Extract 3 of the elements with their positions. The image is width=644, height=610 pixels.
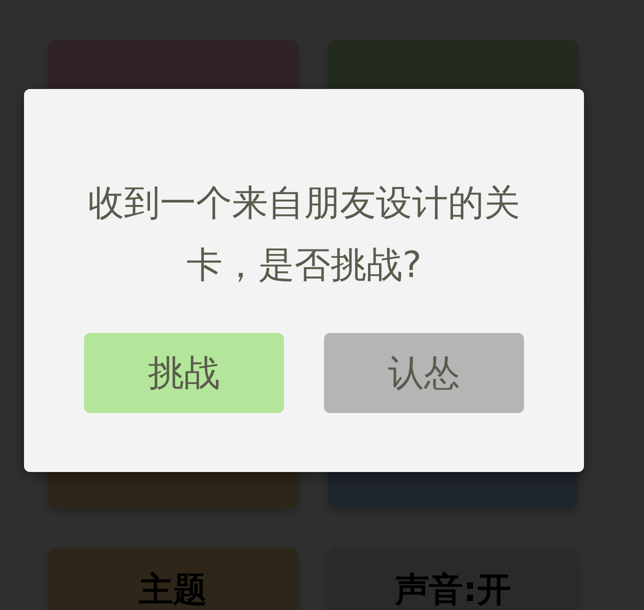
accept-button[interactable]: 挑战 (84, 333, 284, 413)
decline-button[interactable]: 认怂 (324, 333, 524, 413)
dialog-message: 收到一个来自朋友设计的关卡，是否挑战? (87, 182, 521, 288)
